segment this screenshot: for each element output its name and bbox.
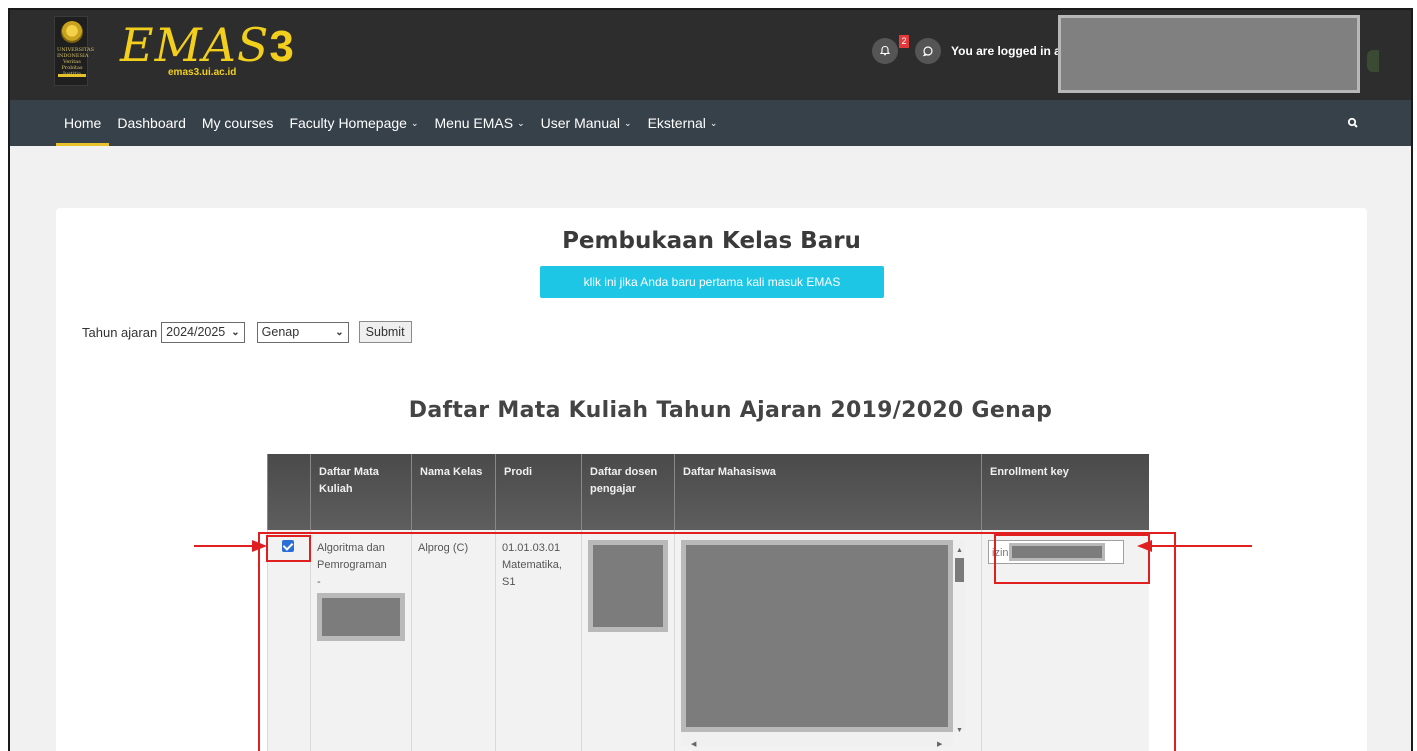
notification-count-badge: 2 [899, 35, 909, 48]
page-title: Pembukaan Kelas Baru [562, 228, 861, 254]
semester-value: Genap [261, 325, 300, 339]
logo-script: EMAS [120, 18, 270, 72]
messages-chat-icon[interactable] [915, 38, 941, 64]
nav-item-user-manual[interactable]: User Manual ⌄ [533, 100, 640, 146]
user-avatar[interactable] [1367, 50, 1379, 72]
chevron-down-icon: ⌄ [517, 117, 525, 128]
chevron-down-icon: ⌄ [709, 117, 718, 128]
column-header-course: Daftar Mata Kuliah [310, 454, 412, 530]
logged-in-text: You are logged in as [951, 44, 1068, 58]
nav-item-label: My courses [201, 115, 274, 131]
nav-item-label: User Manual [540, 115, 621, 131]
emas-logo[interactable]: EMAS3 [120, 18, 295, 72]
first-time-button[interactable]: klik ini jika Anda baru pertama kali mas… [540, 266, 884, 298]
column-header-lecturers: Daftar dosen pengajar [581, 454, 675, 530]
crest-text: UNIVERSITAS INDONESIA Veritas Probitas I… [57, 47, 95, 77]
nav-item-faculty-homepage[interactable]: Faculty Homepage ⌄ [281, 100, 426, 146]
nav-item-eksternal[interactable]: Eksternal ⌄ [640, 100, 726, 146]
column-header-prodi: Prodi [495, 454, 582, 530]
filter-label: Tahun ajaran [82, 324, 158, 340]
redacted-username-block [1058, 15, 1360, 93]
nav-item-menu-emas[interactable]: Menu EMAS ⌄ [427, 100, 533, 146]
highlight-checkbox [266, 535, 311, 562]
nav-item-label: Menu EMAS [434, 115, 514, 131]
table-header-row: Daftar Mata Kuliah Nama Kelas Prodi Daft… [267, 454, 1149, 530]
main-navbar: Home Dashboard My courses Faculty Homepage ⌄… [10, 100, 1411, 146]
semester-select[interactable]: Genap ⌄ [256, 321, 349, 343]
nav-item-my-courses[interactable]: My courses [194, 100, 282, 146]
chevron-down-icon: ⌄ [231, 326, 240, 338]
nav-item-label: Eksternal [647, 115, 706, 131]
chevron-down-icon: ⌄ [335, 326, 344, 338]
highlight-enrollment-key [994, 534, 1150, 584]
academic-year-value: 2024/2025 [166, 325, 226, 339]
logo-subtitle: emas3.ui.ac.id [168, 67, 237, 78]
notification-bell-icon[interactable] [872, 38, 898, 64]
column-header-students: Daftar Mahasiswa [674, 454, 982, 530]
crest-underline [58, 74, 86, 77]
nav-item-home[interactable]: Home [56, 100, 110, 146]
course-list-title: Daftar Mata Kuliah Tahun Ajaran 2019/202… [408, 398, 1053, 423]
nav-item-dashboard[interactable]: Dashboard [109, 100, 194, 146]
browser-frame: UNIVERSITAS INDONESIA Veritas Probitas I… [8, 8, 1413, 751]
chevron-down-icon: ⌄ [410, 117, 419, 128]
academic-year-select[interactable]: 2024/2025 ⌄ [161, 321, 245, 343]
nav-menu: Home Dashboard My courses Faculty Homepage ⌄… [56, 100, 725, 146]
arrow-head-left-icon [1137, 540, 1152, 552]
chevron-down-icon: ⌄ [624, 117, 632, 128]
top-header: UNIVERSITAS INDONESIA Veritas Probitas I… [10, 10, 1411, 100]
academic-year-filter: Tahun ajaran 2024/2025 ⌄ Genap ⌄ Submit [82, 321, 412, 343]
crest-seal-icon [61, 21, 83, 43]
nav-item-label: Faculty Homepage [289, 115, 407, 131]
nav-item-label: Dashboard [117, 115, 186, 131]
arrow-head-right-icon [252, 540, 267, 552]
university-crest-logo[interactable]: UNIVERSITAS INDONESIA Veritas Probitas I… [54, 16, 95, 86]
column-header-select [267, 454, 311, 530]
logo-number: 3 [269, 22, 295, 71]
submit-button[interactable]: Submit [358, 321, 412, 343]
column-header-enrollment-key: Enrollment key [981, 454, 1149, 530]
column-header-class: Nama Kelas [411, 454, 496, 530]
annotation-arrow-right [1142, 545, 1252, 547]
nav-item-label: Home [64, 115, 102, 131]
search-icon[interactable] [1346, 116, 1360, 130]
